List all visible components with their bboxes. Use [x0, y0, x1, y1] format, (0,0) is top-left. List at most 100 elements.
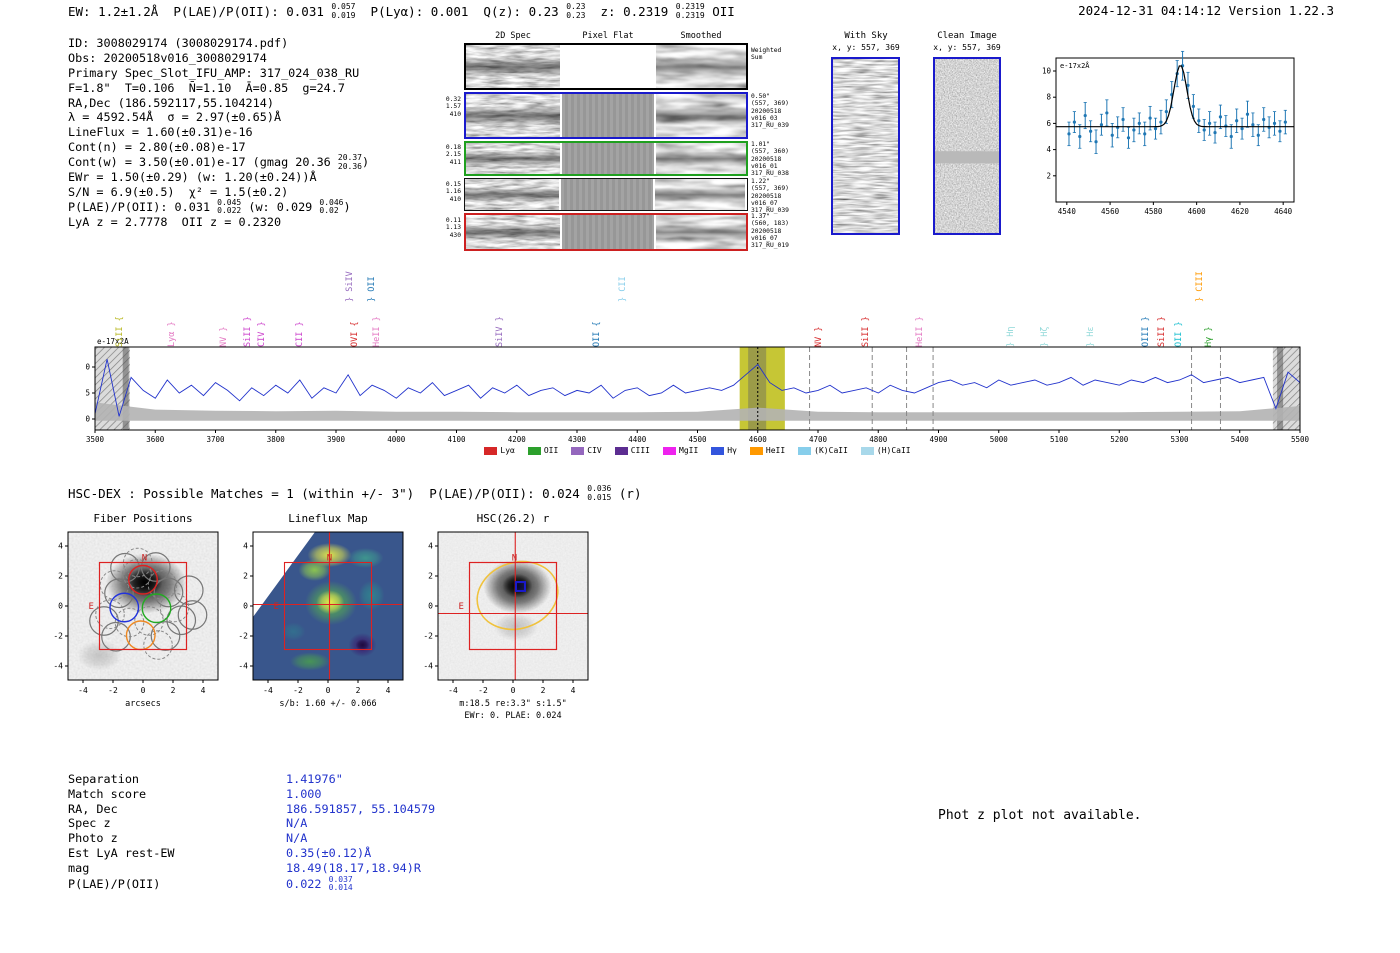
svg-text:4400: 4400	[628, 435, 647, 444]
svg-text:2: 2	[356, 686, 361, 695]
svg-text:-2: -2	[53, 632, 63, 641]
line-marker-SiII: SiII }	[860, 316, 871, 347]
svg-text:3700: 3700	[206, 435, 225, 444]
svg-text:3800: 3800	[267, 435, 286, 444]
row1-right-labels: 0.50" (557, 369) 20200518 v016_03 317_RU…	[751, 93, 789, 130]
svg-text:E: E	[459, 602, 464, 612]
clean-image	[933, 57, 1001, 235]
line-marker-OII: OII {	[592, 321, 603, 347]
line-marker-Lyα: Lyα }	[166, 321, 177, 347]
row1-smoothed-image	[656, 94, 746, 137]
info-id: ID: 3008029174 (3008029174.pdf)	[68, 36, 289, 50]
match-row: RA, Dec 186.591857, 55.104579	[68, 801, 436, 816]
svg-text:-4: -4	[423, 662, 433, 671]
hsc-caption-1: m:18.5 re:3.3" s:1.5"	[459, 699, 567, 709]
svg-text:N: N	[512, 553, 517, 563]
info-radec: RA,Dec (186.592117,55.104214)	[68, 95, 274, 110]
svg-text:4700: 4700	[809, 435, 828, 444]
info-cont-w: Cont(w) = 3.50(±0.01)e-17 (gmag 20.36 20…	[68, 153, 370, 171]
row4-pixelflat-image	[562, 215, 654, 249]
hsc-caption-2: EWr: 0. PLAE: 0.024	[464, 711, 562, 721]
match-row: Est LyA rest-EW 0.35(±0.12)Å	[68, 845, 372, 860]
row4-right-labels: 1.37" (560, 183) 20200518 v016_07 317_RU…	[751, 213, 789, 250]
match-row: P(LAE)/P(OII) 0.022 0.037 0.014	[68, 874, 353, 893]
svg-text:-4: -4	[53, 662, 63, 671]
legend-swatch	[860, 446, 874, 455]
svg-text:E: E	[274, 602, 279, 612]
row1-2dspec-image	[466, 94, 560, 137]
weighted-2dspec-image	[466, 45, 560, 88]
svg-text:8: 8	[1046, 93, 1051, 102]
legend-swatch	[798, 446, 812, 455]
summary-header: EW: 1.2±1.2Å P(LAE)/P(OII): 0.031 0.057 0…	[68, 2, 735, 20]
info-plae-poii: P(LAE)/P(OII): 0.031 0.045 0.022 (w: 0.02…	[68, 197, 351, 216]
qz-error-stack: 0.23 0.23	[566, 2, 586, 20]
svg-text:-2: -2	[238, 632, 248, 641]
match-row: Photo z N/A	[68, 831, 308, 846]
row1-pixelflat-image	[562, 94, 654, 137]
info-ewr: EWr = 1.50(±0.29) (w: 1.20(±0.24))Å	[68, 170, 317, 185]
svg-text:4600: 4600	[1188, 207, 1207, 216]
spec2d-weighted-row	[464, 43, 748, 90]
svg-text:4300: 4300	[568, 435, 587, 444]
svg-text:-2: -2	[108, 686, 118, 695]
line-marker-HeII: HeII }	[915, 316, 926, 347]
legend-item-KCaII: (K)CaII	[798, 446, 848, 455]
legend-swatch	[571, 446, 585, 455]
clean-title: Clean Image	[937, 31, 997, 41]
svg-text:3500: 3500	[86, 435, 105, 444]
row4-left-labels: 0.11 1.13 430	[445, 217, 461, 239]
line-marker-SiIV: } SiIV	[344, 271, 355, 302]
weighted-pixelflat-blank	[562, 45, 654, 88]
svg-text:2: 2	[541, 686, 546, 695]
row2-left-labels: 0.18 2.15 411	[445, 144, 461, 166]
hsc-cutout-panel: N E -4 -4 -2 -2 0 0 2 2 4 4	[423, 531, 589, 695]
fiber-positions-panel: N E -4 -4 -2 -2 0 0 2 2 4 4	[53, 531, 219, 695]
svg-text:3900: 3900	[327, 435, 346, 444]
svg-text:4560: 4560	[1101, 207, 1120, 216]
row4-smoothed-image	[656, 215, 746, 249]
row3-2dspec-image	[465, 179, 559, 210]
svg-text:2: 2	[428, 572, 433, 581]
header-classification: OII	[704, 4, 735, 19]
svg-text:4620: 4620	[1231, 207, 1250, 216]
legend-item-Lyα: Lyα	[484, 446, 515, 455]
line-marker-Hγ: Hγ }	[1204, 326, 1215, 347]
svg-text:e-17x2Å: e-17x2Å	[1060, 61, 1090, 70]
svg-text:10: 10	[1042, 67, 1052, 76]
row3-smoothed-image	[655, 179, 745, 210]
hscdex-plae-stack: 0.036 0.015	[587, 484, 612, 502]
svg-text:N: N	[142, 553, 147, 563]
svg-text:4000: 4000	[387, 435, 406, 444]
plae-error-stack: 0.057 0.019	[331, 2, 356, 20]
svg-text:10: 10	[85, 363, 90, 372]
info-wavelength: λ = 4592.54Å σ = 2.97(±0.65)Å	[68, 110, 282, 125]
svg-text:5300: 5300	[1170, 435, 1189, 444]
spec2d-row-4	[464, 213, 748, 251]
svg-text:4540: 4540	[1058, 207, 1077, 216]
svg-text:4600: 4600	[749, 435, 768, 444]
spectrum-legend: Lyα OII CIV CIII MgII Hγ HeII (K)CaII (H)CaII	[95, 446, 1300, 455]
weighted-sum-label: Weighted Sum	[751, 47, 782, 62]
info-seeing: F=1.8" T=0.106 N̄=1.10 Ā=0.85 g=24.7	[68, 80, 345, 95]
svg-text:0: 0	[428, 602, 433, 611]
row3-right-labels: 1.22" (557, 369) 20200518 v016_07 317_RU…	[751, 178, 789, 215]
svg-text:0: 0	[243, 602, 248, 611]
legend-item-MgII: MgII	[663, 446, 698, 455]
line-marker-OIII: OIII }	[1140, 316, 1151, 347]
line-marker-NV: NV }	[218, 326, 229, 347]
row3-pixelflat-image	[561, 179, 653, 210]
info-cont-n: Cont(n) = 2.80(±0.08)e-17	[68, 140, 246, 155]
fiber-xlabel: arcsecs	[125, 699, 161, 709]
spec2d-row-3	[464, 178, 748, 211]
spec2d-row-1	[464, 92, 748, 139]
svg-text:-2: -2	[478, 686, 488, 695]
line-fit-inset-plot: 2 4 6 8 10 4540 4560 4580 4600 4620 4640 e-17x2Å	[1042, 50, 1295, 216]
line-marker-CII: } CII	[617, 276, 628, 302]
row4-2dspec-image	[466, 215, 560, 249]
svg-text:5500: 5500	[1291, 435, 1310, 444]
svg-text:4: 4	[201, 686, 206, 695]
svg-text:0: 0	[326, 686, 331, 695]
header-ew-plae: EW: 1.2±1.2Å P(LAE)/P(OII): 0.031	[68, 4, 332, 19]
svg-text:4800: 4800	[869, 435, 888, 444]
